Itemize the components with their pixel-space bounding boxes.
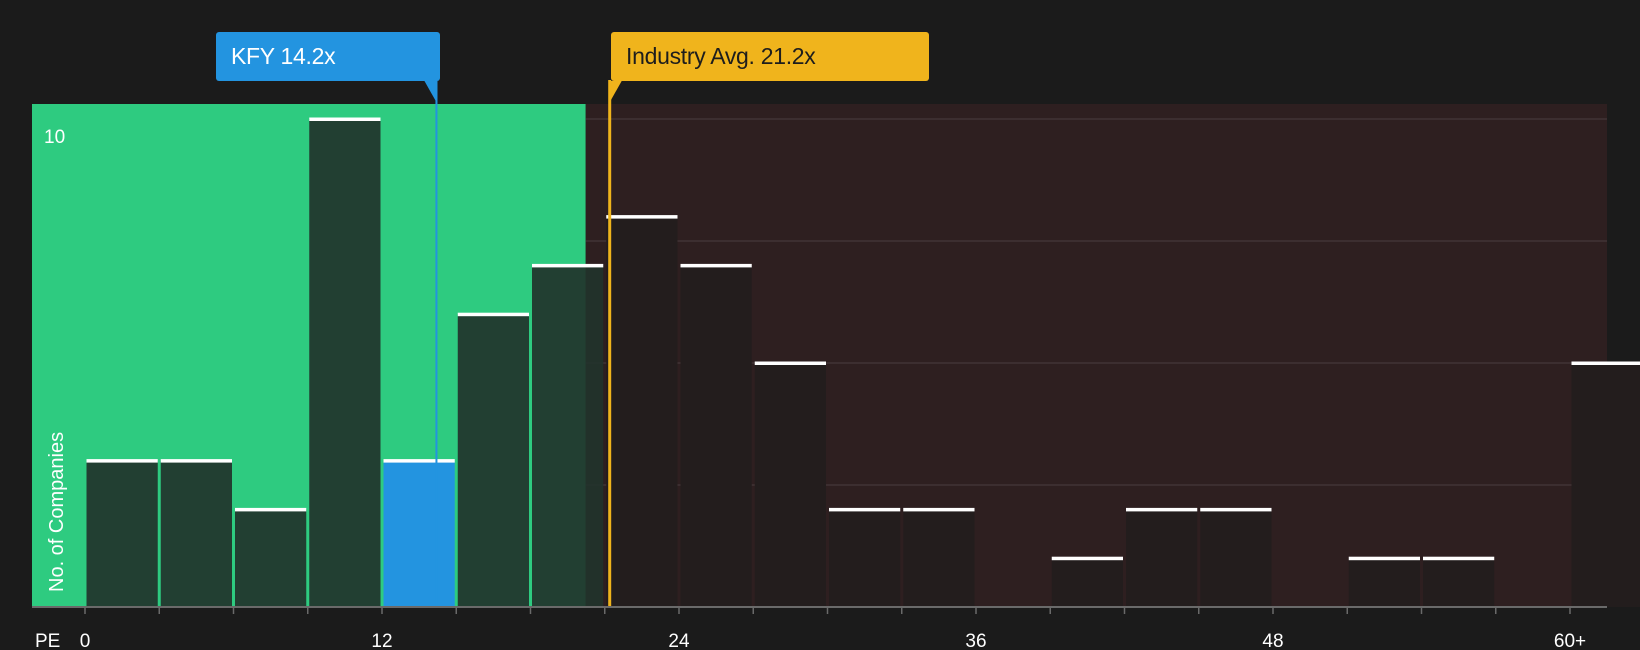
y-axis-label: No. of Companies xyxy=(46,432,68,592)
bar-cap-9 xyxy=(309,117,381,121)
bar-cap-54 xyxy=(1423,556,1495,561)
bar-cap-45 xyxy=(1200,507,1272,512)
x-tick-label-2: 24 xyxy=(668,631,690,650)
bar-33 xyxy=(903,509,975,607)
y-tick-label-10: 10 xyxy=(44,127,65,148)
bar-cap-3 xyxy=(160,459,232,463)
bar-cap-21 xyxy=(606,215,678,219)
bar-cap-24 xyxy=(680,263,752,268)
bar-21 xyxy=(606,216,678,607)
bar-24 xyxy=(680,265,752,607)
industry-avg-callout: Industry Avg. 21.2x xyxy=(611,32,929,81)
bar-cap-42 xyxy=(1126,507,1198,512)
bar-15 xyxy=(457,314,529,607)
bar-cap-39 xyxy=(1051,556,1123,561)
bar-cap-0 xyxy=(86,459,158,463)
bar-42 xyxy=(1126,509,1198,607)
x-tick-label-4: 48 xyxy=(1262,631,1283,650)
bar-0 xyxy=(86,460,158,607)
x-tick-label-3: 36 xyxy=(965,631,986,650)
bar-45 xyxy=(1200,509,1272,607)
pe-distribution-chart: 0 12 24 36 48 60+ PE No. of Companies 10 xyxy=(32,80,1640,650)
x-tick-label-5: 60+ xyxy=(1554,631,1586,650)
bar-cap-60 xyxy=(1571,361,1640,365)
bar-cap-18 xyxy=(532,263,604,268)
bar-60 xyxy=(1571,363,1640,607)
bar-cap-51 xyxy=(1348,556,1420,561)
x-axis: 0 12 24 36 48 60+ PE xyxy=(32,606,1607,650)
bar-51 xyxy=(1348,558,1420,607)
bar-cap-27 xyxy=(754,361,826,365)
bar-39 xyxy=(1051,558,1123,607)
bar-cap-30 xyxy=(829,507,901,512)
bar-3 xyxy=(160,460,232,607)
x-tick-label-1: 12 xyxy=(371,631,392,650)
bar-9 xyxy=(309,119,381,607)
x-tick-label-0: 0 xyxy=(80,631,91,650)
bar-cap-6 xyxy=(235,507,307,512)
bar-54 xyxy=(1423,558,1495,607)
bar-30 xyxy=(829,509,901,607)
x-axis-label: PE xyxy=(35,631,60,650)
bar-6 xyxy=(235,509,307,607)
bar-cap-33 xyxy=(903,507,975,512)
bar-cap-15 xyxy=(457,312,529,317)
company-pe-callout: KFY 14.2x xyxy=(216,32,440,81)
bar-cap-12 xyxy=(383,459,455,463)
bar-12 xyxy=(383,460,455,607)
bar-27 xyxy=(754,363,826,607)
bar-18 xyxy=(532,265,604,607)
